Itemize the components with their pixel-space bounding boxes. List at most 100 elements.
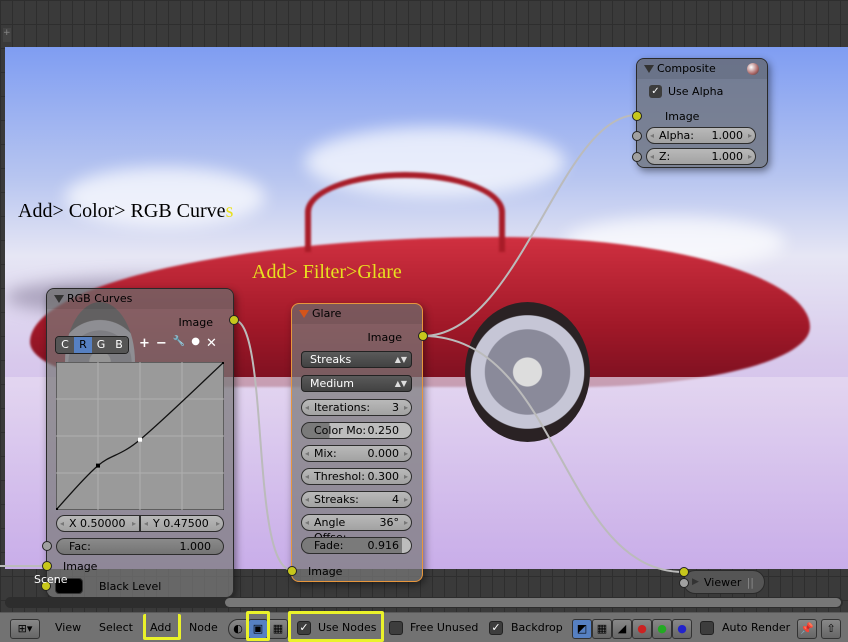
z-socket[interactable] [632,152,642,162]
collapse-icon[interactable] [299,310,309,318]
link-curves-to-glare [233,319,293,571]
collapse-icon[interactable] [54,295,64,303]
render-sphere-icon [747,63,759,75]
menu-view[interactable]: View [55,620,81,636]
glare-field-threshol[interactable]: Threshol:0.300 [301,468,412,485]
field-value: 0.000 [367,447,400,460]
glare-node[interactable]: Glare Image Streaks▲▼ Medium▲▼ Iteration… [287,303,423,582]
curve-point[interactable] [96,463,100,468]
menu-node[interactable]: Node [189,620,218,636]
z-field[interactable]: Z:1.000 [646,148,756,165]
quality-dropdown[interactable]: Medium ▲▼ [301,375,412,392]
backdrop-color-icon[interactable]: ◢ [612,619,632,639]
scrollbar-thumb[interactable] [225,598,841,607]
channel-g[interactable]: G [92,337,110,353]
input-label: Image [308,565,343,578]
reset-icon[interactable]: ✕ [206,336,217,351]
backdrop-color-alpha-icon[interactable]: ◩ [572,619,592,639]
field-value: 0.916 [367,539,400,552]
node-title: Composite [657,62,716,75]
annotation-rgb-curves: Add> Color> RGB Curves [18,200,234,222]
wrench-icon[interactable]: 🔧 [173,336,185,351]
alpha-socket[interactable] [632,131,642,141]
collapse-icon[interactable] [644,65,654,73]
annotation-glare: Add> Filter>Glare [252,261,402,283]
curve-point[interactable] [138,437,142,442]
use-alpha-label: Use Alpha [668,85,724,98]
clipping-icon[interactable]: ● [191,336,200,351]
collapsed-arrow-icon[interactable]: ▶ [692,577,699,587]
field-value: 0.250 [367,424,400,437]
green-channel-icon[interactable]: ● [652,619,672,639]
backdrop-alpha-icon[interactable]: ▦ [592,619,612,639]
link-glare-to-viewer [422,335,685,573]
composite-node[interactable]: Composite ✓ Use Alpha Image Alpha:1.000 … [632,58,768,168]
y-value: Y 0.47500 [153,517,209,530]
glare-field-mix[interactable]: Mix: 0.000 [301,445,412,462]
field-label: Mix: [314,447,337,460]
shader-nodes-button[interactable]: ◐ [228,619,248,639]
fac-socket[interactable] [42,541,52,551]
node-header[interactable]: RGB Curves [47,289,233,309]
field-value: 4 [392,493,399,506]
free-unused-checkbox[interactable] [389,621,403,635]
zoom-in-icon[interactable]: + [139,336,150,351]
channel-selector[interactable]: C R G B [55,336,129,354]
channel-b[interactable]: B [110,337,128,353]
use-alpha-checkbox[interactable]: ✓ [649,85,662,98]
zoom-out-icon[interactable]: − [156,336,167,351]
highlight-use-nodes [288,611,384,642]
auto-render-checkbox[interactable] [700,621,714,635]
curve-point[interactable] [56,508,58,510]
pin-icon[interactable]: 📌 [797,619,817,639]
curve-editor[interactable] [56,362,224,510]
editor-type-button[interactable]: ⊞▾ [10,619,40,639]
channel-c[interactable]: C [56,337,74,353]
y-field[interactable]: Y 0.47500 [140,515,224,532]
field-label: Angle Offse: [314,516,346,544]
backdrop-checkbox[interactable]: ✓ [489,621,503,635]
highlight-compositing [246,611,270,641]
image-input-socket[interactable] [632,111,642,121]
glare-field-angleoffse[interactable]: Angle Offse: 36° [301,514,412,544]
viewer-alpha-socket[interactable] [679,578,689,588]
glare-field-fade[interactable]: Fade: 0.916 [301,537,412,554]
node-editor-header: ⊞▾ View Select Add Node ◐ ▣ ▦ ✓ Use Node… [0,612,848,642]
x-field[interactable]: X 0.50000 [56,515,140,532]
scene-label: Scene [34,573,68,586]
input-label: Image [63,560,98,573]
glare-output-socket[interactable] [418,331,428,341]
horizontal-scrollbar[interactable] [5,597,843,608]
alpha-field[interactable]: Alpha:1.000 [646,127,756,144]
field-label: Iterations: [314,401,371,414]
field-value: 36° [379,516,400,529]
glare-field-streaks[interactable]: Streaks: 4 [301,491,412,508]
glare-field-colormo[interactable]: Color Mo: 0.250 [301,422,412,439]
blue-channel-icon[interactable]: ● [672,619,692,639]
node-title: RGB Curves [67,292,133,305]
node-header[interactable]: Composite [637,59,767,79]
glare-type-dropdown[interactable]: Streaks ▲▼ [301,351,412,368]
image-input-socket[interactable] [42,561,52,571]
fac-value: 1.000 [179,540,212,553]
rgb-curves-node[interactable]: RGB Curves Image C R G B + − 🔧 ● ✕ X 0.5… [42,288,234,598]
field-value: 3 [392,401,399,414]
grip-icon[interactable]: || [747,576,754,589]
viewer-image-socket[interactable] [679,567,689,577]
glare-field-iterations[interactable]: Iterations: 3 [301,399,412,416]
viewer-node[interactable]: ▶ Viewer || [683,570,765,594]
texture-nodes-button[interactable]: ▦ [268,619,288,639]
image-input-socket[interactable] [287,566,297,576]
curve-point[interactable] [222,362,224,364]
node-header[interactable]: Glare [292,304,422,324]
highlight-add [143,614,181,640]
field-value: 0.300 [367,470,400,483]
menu-select[interactable]: Select [99,620,133,636]
rgb-curves-output-socket[interactable] [229,315,239,325]
parent-node-tree-icon[interactable]: ⇧ [821,619,841,639]
auto-render-label: Auto Render [722,621,791,634]
channel-r[interactable]: R [74,337,92,353]
red-channel-icon[interactable]: ● [632,619,652,639]
fac-field[interactable]: Fac: 1.000 [56,538,224,555]
black-level-label: Black Level [99,580,162,593]
